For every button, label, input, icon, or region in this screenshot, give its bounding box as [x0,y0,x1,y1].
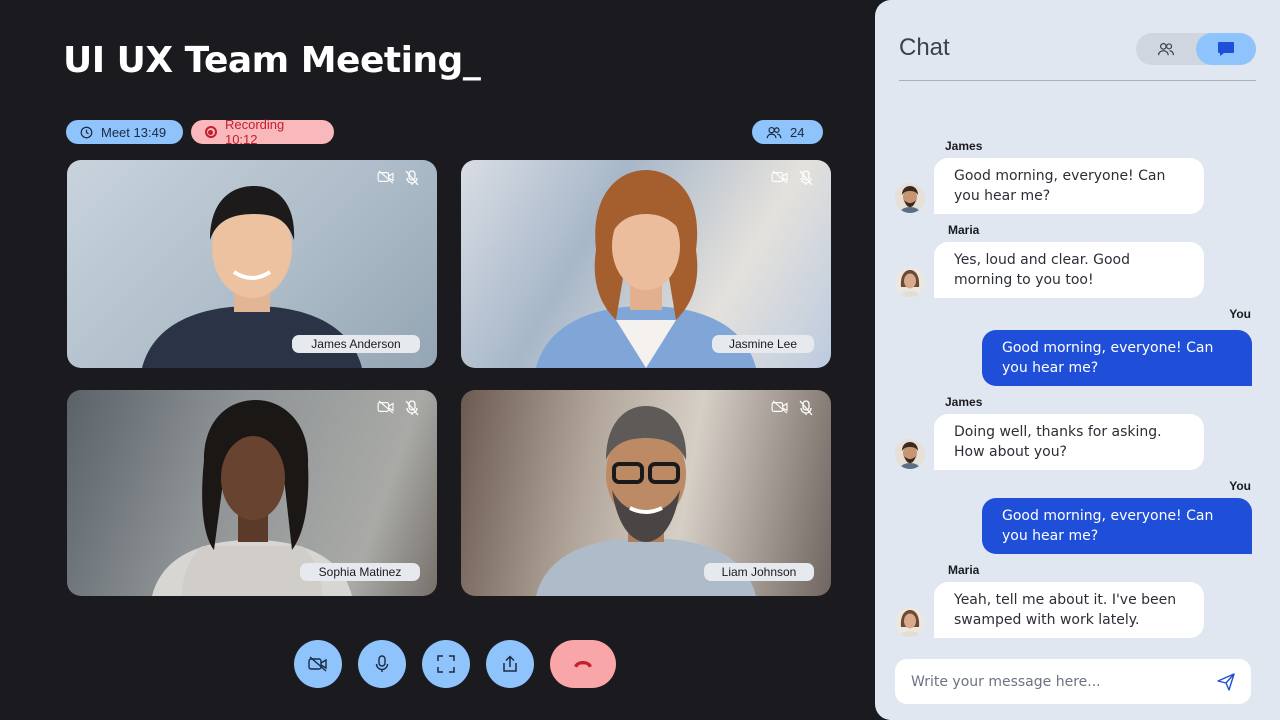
mic-off-icon [799,170,813,186]
chat-divider [899,80,1256,81]
people-icon [766,126,782,138]
meet-timer-label: Meet 13:49 [101,124,167,140]
mic-off-icon [799,400,813,416]
video-tile-liam[interactable]: Liam Johnson [461,390,831,596]
camera-off-icon [771,170,788,184]
message-sender: Maria [948,223,980,237]
avatar [895,183,925,213]
microphone-icon [375,655,389,672]
call-controls [294,640,616,688]
participant-name-tag: Sophia Matinez [300,563,420,581]
people-icon [1157,42,1175,56]
chat-title: Chat [899,34,950,61]
camera-off-icon [377,400,394,414]
mic-off-icon [405,170,419,186]
share-icon [503,655,517,672]
avatar [895,439,925,469]
message-sender: James [945,139,983,153]
avatar-james-image [895,183,925,213]
avatar [895,607,925,637]
message-sender: James [945,395,983,409]
video-tile-sophia[interactable]: Sophia Matinez [67,390,437,596]
panel-toggle [1136,33,1256,65]
camera-off-icon [308,656,327,672]
mic-off-icon [405,400,419,416]
meeting-title: UI UX Team Meeting_ [63,40,481,81]
message-sender: Maria [948,563,980,577]
tile-status-icons [771,400,813,416]
video-area: UI UX Team Meeting_ Meet 13:49 Recording… [0,0,875,720]
camera-off-icon [377,170,394,184]
message-sender: You [1229,479,1251,493]
message-bubble-own: Good morning, everyone! Can you hear me? [982,498,1252,554]
avatar-maria-image [895,607,925,637]
participant-name-tag: Liam Johnson [704,563,814,581]
camera-toggle-button[interactable] [294,640,342,688]
avatar-maria-image [895,267,925,297]
chat-tab[interactable] [1196,33,1256,65]
message-bubble: Good morning, everyone! Can you hear me? [934,158,1204,214]
message-input-placeholder: Write your message here... [911,673,1101,690]
message-bubble: Yes, loud and clear. Good morning to you… [934,242,1204,298]
participant-name-tag: James Anderson [292,335,420,353]
message-input[interactable]: Write your message here... [895,659,1251,704]
record-icon [205,126,217,138]
video-tile-james[interactable]: James Anderson [67,160,437,368]
message-sender: You [1229,307,1251,321]
clock-icon [80,126,93,138]
avatar-james-image [895,439,925,469]
participants-count: 24 [790,124,805,140]
meeting-app: UI UX Team Meeting_ Meet 13:49 Recording… [0,0,1280,720]
participants-tab[interactable] [1136,33,1196,65]
video-tile-jasmine[interactable]: Jasmine Lee [461,160,831,368]
recording-label: Recording 10:12 [224,117,285,147]
recording-badge: Recording 10:12 [191,117,334,147]
fullscreen-icon [437,655,455,673]
chat-bubble-icon [1218,42,1234,56]
chat-panel: Chat James Good morning, everyone! Can y… [875,0,1280,720]
participant-name-tag: Jasmine Lee [712,335,814,353]
microphone-button[interactable] [358,640,406,688]
fullscreen-button[interactable] [422,640,470,688]
tile-status-icons [377,400,419,416]
message-bubble: Doing well, thanks for asking. How about… [934,414,1204,470]
tile-status-icons [377,170,419,186]
tile-status-icons [771,170,813,186]
end-call-button[interactable] [550,640,616,688]
share-screen-button[interactable] [486,640,534,688]
hang-up-icon [574,661,592,668]
message-bubble: Yeah, tell me about it. I've been swampe… [934,582,1204,638]
camera-off-icon [771,400,788,414]
participants-badge[interactable]: 24 [752,120,823,144]
meet-timer-badge: Meet 13:49 [66,120,183,144]
send-icon[interactable] [1217,672,1235,691]
message-bubble-own: Good morning, everyone! Can you hear me? [982,330,1252,386]
avatar [895,267,925,297]
